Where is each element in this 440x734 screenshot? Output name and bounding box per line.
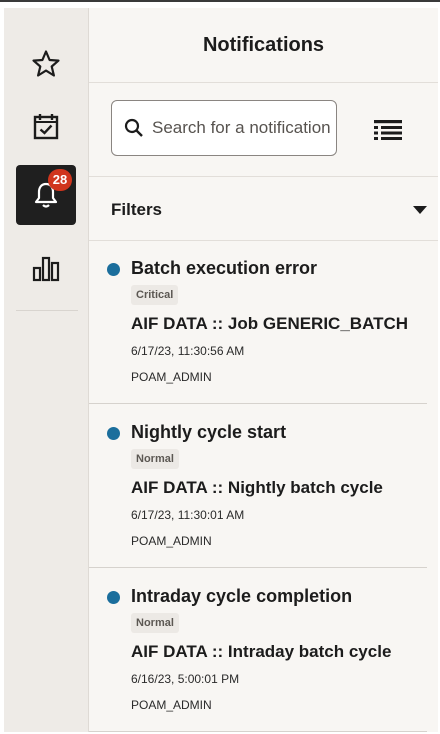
- notification-message: AIF DATA :: Nightly batch cycle: [131, 478, 383, 497]
- list-view-button[interactable]: [371, 116, 405, 144]
- notification-user: POAM_ADMIN: [131, 534, 212, 548]
- notification-date: 6/17/23, 11:30:56 AM: [131, 344, 245, 358]
- unread-dot-icon: [107, 263, 120, 276]
- unread-dot-icon: [107, 427, 120, 440]
- search-icon: [124, 118, 143, 137]
- notification-message: AIF DATA :: Intraday batch cycle: [131, 642, 392, 661]
- rail-divider: [16, 310, 78, 311]
- notification-date: 6/17/23, 11:30:01 AM: [131, 508, 245, 522]
- severity-badge: Normal: [131, 449, 179, 469]
- search-divider: [89, 176, 438, 177]
- item-divider: [89, 567, 427, 568]
- notification-user: POAM_ADMIN: [131, 370, 212, 384]
- severity-badge: Normal: [131, 613, 179, 633]
- header-divider: [89, 82, 438, 83]
- star-icon: [32, 50, 60, 77]
- panel-title: Notifications: [202, 34, 325, 56]
- rail-notifications-button[interactable]: 28: [16, 165, 76, 225]
- notification-message: AIF DATA :: Job GENERIC_BATCH: [131, 314, 409, 333]
- unread-dot-icon: [107, 591, 120, 604]
- notification-date: 6/16/23, 5:00:01 PM: [131, 672, 240, 686]
- severity-badge: Critical: [131, 285, 179, 305]
- filters-label: Filters: [111, 200, 163, 219]
- item-divider: [89, 731, 427, 732]
- search-input[interactable]: [152, 118, 330, 138]
- notification-title: Nightly cycle start: [131, 422, 287, 442]
- chevron-down-icon: [413, 206, 427, 214]
- rail-tasks-button[interactable]: [16, 97, 76, 157]
- rail-favorites-button[interactable]: [16, 34, 76, 94]
- filters-toggle[interactable]: Filters: [111, 196, 429, 224]
- notifications-panel: Notifications Filters Batch execution er…: [89, 8, 438, 732]
- item-divider: [89, 403, 427, 404]
- navigation-rail: 28: [4, 8, 89, 732]
- notification-title: Intraday cycle completion: [131, 586, 353, 606]
- notification-item[interactable]: Intraday cycle completion Normal AIF DAT…: [89, 570, 438, 732]
- rail-analytics-button[interactable]: [16, 238, 76, 298]
- calendar-check-icon: [33, 114, 59, 140]
- filters-divider: [89, 240, 438, 241]
- notification-user: POAM_ADMIN: [131, 698, 212, 712]
- bar-chart-icon: [32, 256, 60, 282]
- window-top-border: [0, 0, 440, 2]
- notification-count-badge: 28: [48, 169, 72, 191]
- list-view-icon: [374, 120, 402, 140]
- notification-item[interactable]: Nightly cycle start Normal AIF DATA :: N…: [89, 406, 438, 568]
- notification-title: Batch execution error: [131, 258, 318, 278]
- notification-item[interactable]: Batch execution error Critical AIF DATA …: [89, 242, 438, 404]
- search-box[interactable]: [111, 100, 337, 156]
